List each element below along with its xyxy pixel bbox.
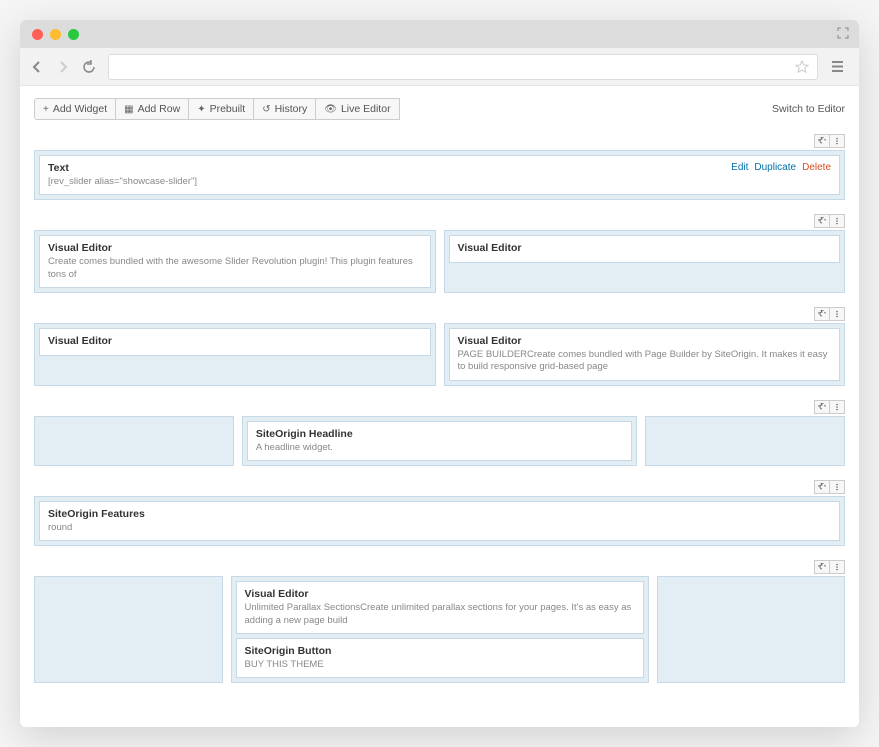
row-more-icon[interactable] xyxy=(829,480,845,494)
row-more-icon[interactable] xyxy=(829,214,845,228)
builder-cell[interactable] xyxy=(657,576,846,683)
row-more-icon[interactable] xyxy=(829,400,845,414)
widget-title: SiteOrigin Button xyxy=(245,645,635,657)
row-edit-icon[interactable] xyxy=(814,400,830,414)
grid-icon: ▦ xyxy=(124,104,133,115)
builder-toolbar: + Add Widget ▦ Add Row ✦ Prebuilt ↺ Hist… xyxy=(34,98,845,120)
builder-cell[interactable]: Visual Editor xyxy=(444,230,846,293)
builder-cell[interactable]: SiteOrigin Headline A headline widget. xyxy=(242,416,637,466)
widget-delete-link[interactable]: Delete xyxy=(802,162,831,173)
widget-title: Visual Editor xyxy=(458,242,832,254)
row-controls xyxy=(34,307,845,321)
row-edit-icon[interactable] xyxy=(814,560,830,574)
widget[interactable]: Visual Editor Unlimited Parallax Sections… xyxy=(236,581,644,634)
builder-cell[interactable]: Visual Editor Unlimited Parallax Sections… xyxy=(231,576,649,683)
button-label: Prebuilt xyxy=(210,103,246,115)
button-label: Add Row xyxy=(138,103,181,115)
add-row-button[interactable]: ▦ Add Row xyxy=(115,98,189,120)
maximize-window-icon[interactable] xyxy=(68,29,79,40)
page-builder-content: + Add Widget ▦ Add Row ✦ Prebuilt ↺ Hist… xyxy=(20,86,859,727)
history-button[interactable]: ↺ History xyxy=(253,98,316,120)
widget[interactable]: Visual Editor PAGE BUILDERCreate comes bu… xyxy=(449,328,841,381)
widget-description: A headline widget. xyxy=(256,442,623,454)
button-label: Live Editor xyxy=(341,103,391,115)
row-more-icon[interactable] xyxy=(829,134,845,148)
widget-title: SiteOrigin Features xyxy=(48,508,831,520)
back-button[interactable] xyxy=(30,60,48,74)
button-label: History xyxy=(275,103,308,115)
widget-description: Unlimited Parallax SectionsCreate unlimi… xyxy=(245,602,635,627)
widget-edit-link[interactable]: Edit xyxy=(731,162,748,173)
eye-icon: 👁 xyxy=(324,104,337,115)
row-controls xyxy=(34,134,845,148)
address-bar xyxy=(20,48,859,86)
builder-cell[interactable]: Visual Editor Create comes bundled with t… xyxy=(34,230,436,293)
builder-cell[interactable]: SiteOrigin Features round xyxy=(34,496,845,546)
widget-description: [rev_slider alias="showcase-slider"] xyxy=(48,176,831,188)
row-edit-icon[interactable] xyxy=(814,480,830,494)
builder-cell[interactable]: Visual Editor PAGE BUILDERCreate comes bu… xyxy=(444,323,846,386)
widget-description: PAGE BUILDERCreate comes bundled with Pa… xyxy=(458,349,832,374)
add-widget-button[interactable]: + Add Widget xyxy=(34,98,116,120)
widget[interactable]: Visual Editor xyxy=(449,235,841,263)
bookmark-star-icon[interactable] xyxy=(795,60,809,74)
row-controls xyxy=(34,480,845,494)
row-more-icon[interactable] xyxy=(829,307,845,321)
widget[interactable]: SiteOrigin Button BUY THIS THEME xyxy=(236,638,644,678)
undo-icon: ↺ xyxy=(262,104,270,115)
widget[interactable]: SiteOrigin Headline A headline widget. xyxy=(247,421,632,461)
cubes-icon: ✦ xyxy=(197,104,205,115)
widget[interactable]: Visual Editor Create comes bundled with t… xyxy=(39,235,431,288)
row-controls xyxy=(34,214,845,228)
button-label: Add Widget xyxy=(53,103,107,115)
row-controls xyxy=(34,560,845,574)
hamburger-menu-icon[interactable] xyxy=(826,59,849,74)
builder-row: SiteOrigin Headline A headline widget. xyxy=(34,416,845,466)
builder-cell[interactable] xyxy=(34,576,223,683)
widget-actions: Edit Duplicate Delete xyxy=(731,162,831,173)
minimize-window-icon[interactable] xyxy=(50,29,61,40)
reload-button[interactable] xyxy=(82,60,100,74)
switch-to-editor-link[interactable]: Switch to Editor xyxy=(772,103,845,115)
browser-window: + Add Widget ▦ Add Row ✦ Prebuilt ↺ Hist… xyxy=(20,20,859,727)
expand-icon[interactable] xyxy=(837,27,849,39)
plus-icon: + xyxy=(43,104,49,115)
widget[interactable]: Visual Editor xyxy=(39,328,431,356)
widget-title: Visual Editor xyxy=(458,335,832,347)
builder-cell[interactable]: Visual Editor xyxy=(34,323,436,386)
widget-title: Visual Editor xyxy=(245,588,635,600)
row-more-icon[interactable] xyxy=(829,560,845,574)
builder-cell[interactable] xyxy=(645,416,845,466)
widget-description: round xyxy=(48,522,831,534)
builder-cell[interactable] xyxy=(34,416,234,466)
builder-row: Visual Editor Create comes bundled with t… xyxy=(34,230,845,293)
widget[interactable]: SiteOrigin Features round xyxy=(39,501,840,541)
builder-row: Visual Editor Visual Editor PAGE BUILDERCr… xyxy=(34,323,845,386)
widget-title: Visual Editor xyxy=(48,335,422,347)
widget-description: BUY THIS THEME xyxy=(245,659,635,671)
prebuilt-button[interactable]: ✦ Prebuilt xyxy=(188,98,254,120)
forward-button[interactable] xyxy=(56,60,74,74)
row-edit-icon[interactable] xyxy=(814,214,830,228)
builder-row: Visual Editor Unlimited Parallax Sections… xyxy=(34,576,845,683)
close-window-icon[interactable] xyxy=(32,29,43,40)
builder-cell[interactable]: Text [rev_slider alias="showcase-slider"]… xyxy=(34,150,845,200)
row-edit-icon[interactable] xyxy=(814,307,830,321)
row-edit-icon[interactable] xyxy=(814,134,830,148)
widget-description: Create comes bundled with the awesome Sl… xyxy=(48,256,422,281)
builder-row: SiteOrigin Features round xyxy=(34,496,845,546)
live-editor-button[interactable]: 👁 Live Editor xyxy=(315,98,399,120)
widget[interactable]: Text [rev_slider alias="showcase-slider"]… xyxy=(39,155,840,195)
widget-title: Visual Editor xyxy=(48,242,422,254)
widget-title: SiteOrigin Headline xyxy=(256,428,623,440)
window-controls xyxy=(32,29,79,40)
widget-title: Text xyxy=(48,162,831,174)
row-controls xyxy=(34,400,845,414)
builder-row: Text [rev_slider alias="showcase-slider"]… xyxy=(34,150,845,200)
widget-duplicate-link[interactable]: Duplicate xyxy=(754,162,796,173)
url-input[interactable] xyxy=(108,54,818,80)
titlebar xyxy=(20,20,859,48)
